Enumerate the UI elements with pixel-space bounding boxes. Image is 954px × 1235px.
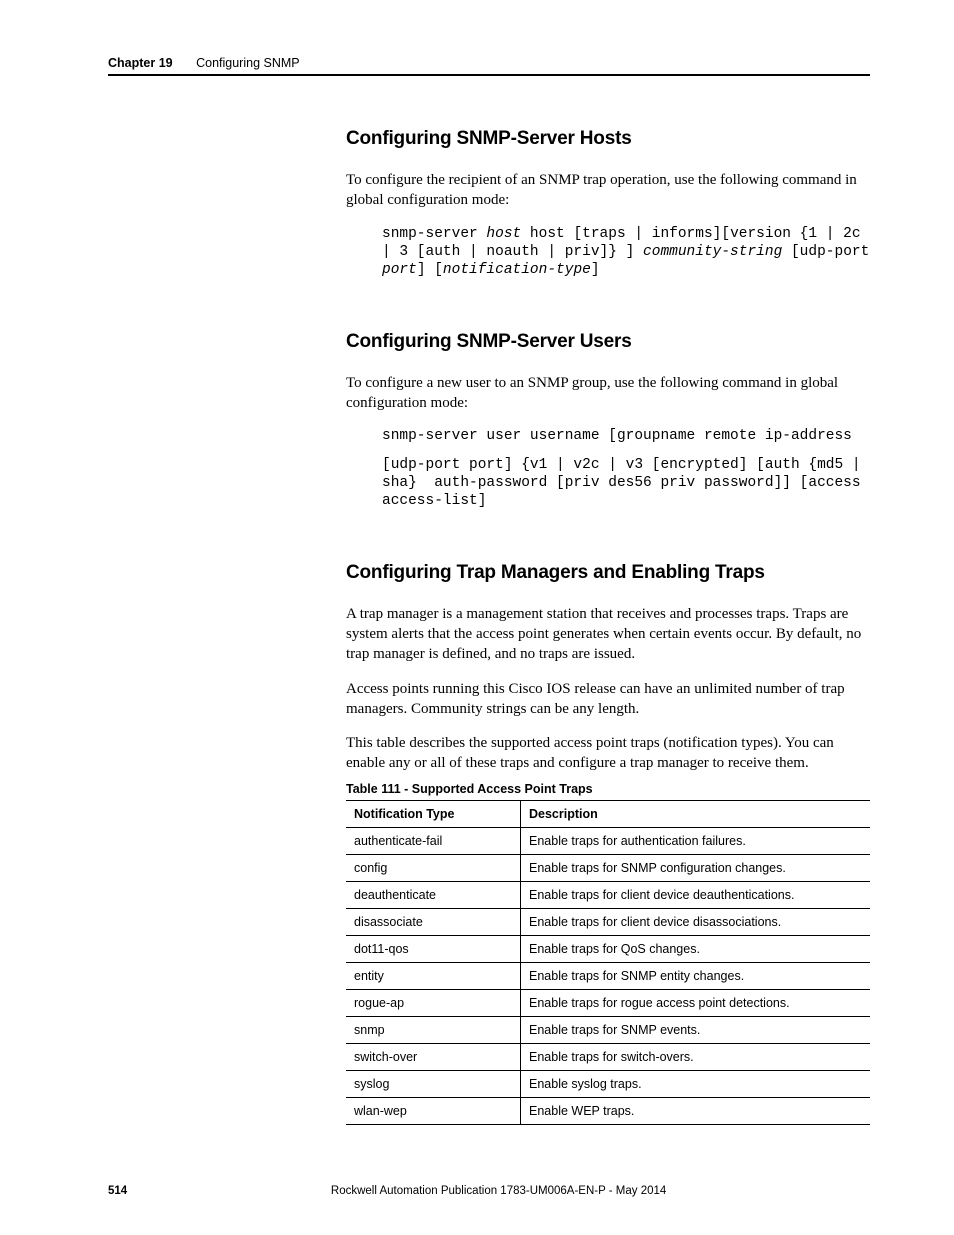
header-rule: [108, 74, 870, 76]
cell-type: authenticate-fail: [346, 827, 521, 854]
page-footer: 514 Rockwell Automation Publication 1783…: [108, 1185, 870, 1197]
traps-para3: This table describes the supported acces…: [346, 733, 870, 774]
table-row: syslogEnable syslog traps.: [346, 1070, 870, 1097]
chapter-title: Configuring SNMP: [196, 56, 300, 70]
publication-id: Rockwell Automation Publication 1783-UM0…: [108, 1185, 870, 1197]
table-row: rogue-apEnable traps for rogue access po…: [346, 989, 870, 1016]
cell-type: entity: [346, 962, 521, 989]
cell-type: wlan-wep: [346, 1097, 521, 1124]
cell-desc: Enable traps for SNMP entity changes.: [521, 962, 871, 989]
cell-type: snmp: [346, 1016, 521, 1043]
code-line: snmp-server user username [groupname rem…: [382, 427, 870, 445]
code-italic: port: [382, 262, 417, 278]
code-italic: community-string: [643, 244, 782, 260]
cell-desc: Enable traps for client device disassoci…: [521, 908, 871, 935]
table-row: snmpEnable traps for SNMP events.: [346, 1016, 870, 1043]
col-header-desc: Description: [521, 800, 871, 827]
table-row: dot11-qosEnable traps for QoS changes.: [346, 935, 870, 962]
cell-desc: Enable traps for SNMP configuration chan…: [521, 854, 871, 881]
col-header-type: Notification Type: [346, 800, 521, 827]
section-heading-traps: Configuring Trap Managers and Enabling T…: [346, 562, 870, 584]
table-row: authenticate-failEnable traps for authen…: [346, 827, 870, 854]
section-heading-users: Configuring SNMP-Server Users: [346, 331, 870, 353]
cell-type: dot11-qos: [346, 935, 521, 962]
cell-type: rogue-ap: [346, 989, 521, 1016]
traps-para1: A trap manager is a management station t…: [346, 604, 870, 665]
table-caption: Table 111 - Supported Access Point Traps: [346, 782, 870, 796]
cell-desc: Enable traps for SNMP events.: [521, 1016, 871, 1043]
cell-desc: Enable traps for rogue access point dete…: [521, 989, 871, 1016]
code-text: ]: [591, 262, 600, 278]
cell-desc: Enable traps for switch-overs.: [521, 1043, 871, 1070]
traps-table: Notification Type Description authentica…: [346, 800, 870, 1125]
hosts-intro: To configure the recipient of an SNMP tr…: [346, 170, 870, 211]
code-text: ] [: [417, 262, 443, 278]
table-header-row: Notification Type Description: [346, 800, 870, 827]
running-header: Chapter 19 Configuring SNMP: [108, 56, 870, 82]
cell-desc: Enable syslog traps.: [521, 1070, 871, 1097]
cell-desc: Enable traps for QoS changes.: [521, 935, 871, 962]
code-italic: notification-type: [443, 262, 591, 278]
table-row: wlan-wepEnable WEP traps.: [346, 1097, 870, 1124]
traps-para2: Access points running this Cisco IOS rel…: [346, 679, 870, 720]
cell-type: syslog: [346, 1070, 521, 1097]
page-number: 514: [108, 1185, 127, 1197]
code-text: snmp-server: [382, 226, 486, 242]
cell-desc: Enable traps for client device deauthent…: [521, 881, 871, 908]
table-row: configEnable traps for SNMP configuratio…: [346, 854, 870, 881]
code-line: [udp-port port] {v1 | v2c | v3 [encrypte…: [382, 456, 870, 510]
table-row: entityEnable traps for SNMP entity chang…: [346, 962, 870, 989]
cell-type: config: [346, 854, 521, 881]
chapter-number: Chapter 19: [108, 56, 173, 70]
code-text: [udp-port: [782, 244, 878, 260]
cell-type: disassociate: [346, 908, 521, 935]
cell-desc: Enable WEP traps.: [521, 1097, 871, 1124]
cell-type: switch-over: [346, 1043, 521, 1070]
main-content: Configuring SNMP-Server Hosts To configu…: [346, 128, 870, 1125]
hosts-code: snmp-server host host [traps | informs][…: [382, 225, 870, 279]
cell-type: deauthenticate: [346, 881, 521, 908]
section-heading-hosts: Configuring SNMP-Server Hosts: [346, 128, 870, 150]
cell-desc: Enable traps for authentication failures…: [521, 827, 871, 854]
code-italic: host: [486, 226, 521, 242]
table-row: deauthenticateEnable traps for client de…: [346, 881, 870, 908]
users-code: snmp-server user username [groupname rem…: [382, 427, 870, 510]
table-row: switch-overEnable traps for switch-overs…: [346, 1043, 870, 1070]
users-intro: To configure a new user to an SNMP group…: [346, 373, 870, 414]
table-row: disassociateEnable traps for client devi…: [346, 908, 870, 935]
